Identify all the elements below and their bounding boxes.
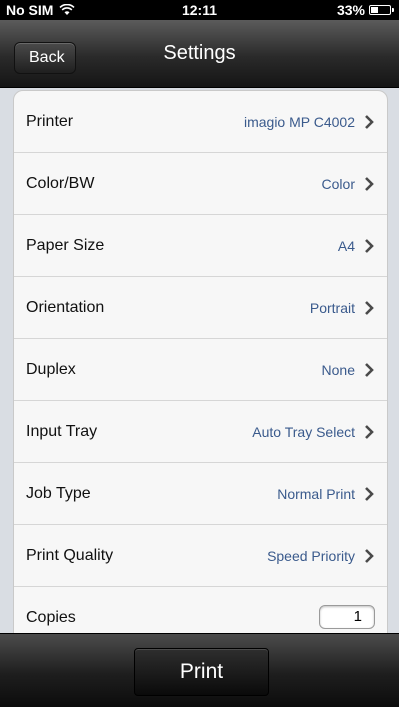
settings-row-value: None [321, 362, 355, 378]
settings-row-label: Duplex [26, 361, 76, 378]
screen: No SIM 12:11 33% Back Settings Printer im… [0, 0, 399, 707]
settings-list: Printer imagio MP C4002 Color/BW Color Paper… [13, 90, 388, 650]
settings-row-input-tray[interactable]: Input Tray Auto Tray Select [14, 401, 387, 463]
print-button[interactable]: Print [134, 648, 269, 696]
settings-row-label: Printer [26, 113, 74, 130]
settings-row-orientation[interactable]: Orientation Portrait [14, 277, 387, 339]
settings-row-label: Print Quality [26, 547, 114, 564]
bottom-toolbar: Print [0, 633, 399, 707]
settings-row-value: Normal Print [277, 486, 355, 502]
chevron-right-icon [365, 487, 374, 501]
settings-row-printer[interactable]: Printer imagio MP C4002 [14, 91, 387, 153]
chevron-right-icon [365, 363, 374, 377]
battery-icon [369, 5, 394, 15]
settings-row-label: Orientation [26, 299, 105, 316]
battery-fill [371, 7, 378, 13]
settings-row-value: Color [321, 176, 355, 192]
settings-row-value: Auto Tray Select [252, 424, 355, 440]
navigation-bar: Back Settings [0, 20, 399, 88]
page-title: Settings [163, 42, 236, 64]
settings-row-label: Paper Size [26, 237, 105, 254]
settings-row-print-quality[interactable]: Print Quality Speed Priority [14, 525, 387, 587]
settings-row-value: Speed Priority [267, 548, 355, 564]
settings-row-label: Color/BW [26, 175, 95, 192]
battery-percent: 33% [336, 2, 365, 18]
chevron-right-icon [365, 239, 374, 253]
chevron-right-icon [365, 177, 374, 191]
settings-row-label: Input Tray [26, 423, 98, 440]
status-bar: No SIM 12:11 33% [0, 0, 399, 20]
status-right: 33% [336, 2, 394, 18]
settings-row-value: imagio MP C4002 [243, 114, 355, 130]
chevron-right-icon [365, 549, 374, 563]
chevron-right-icon [365, 425, 374, 439]
settings-row-label: Job Type [26, 485, 91, 502]
copies-input[interactable]: 1 [319, 605, 375, 629]
settings-row-duplex[interactable]: Duplex None [14, 339, 387, 401]
settings-row-paper-size[interactable]: Paper Size A4 [14, 215, 387, 277]
settings-row-value: A4 [337, 238, 355, 254]
chevron-right-icon [365, 301, 374, 315]
settings-row-job-type[interactable]: Job Type Normal Print [14, 463, 387, 525]
settings-row-value: Portrait [309, 300, 355, 316]
chevron-right-icon [365, 115, 374, 129]
settings-row-color-bw[interactable]: Color/BW Color [14, 153, 387, 215]
